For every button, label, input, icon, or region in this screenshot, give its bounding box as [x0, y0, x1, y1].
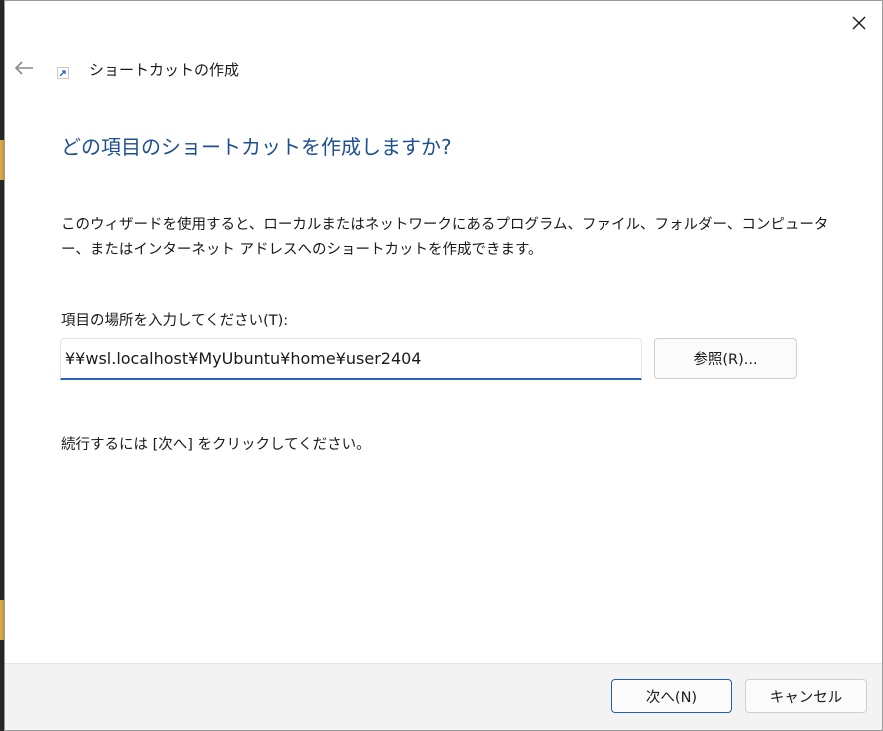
back-button[interactable]	[11, 55, 37, 81]
window-title: ショートカットの作成	[89, 61, 240, 79]
location-input[interactable]	[60, 338, 642, 380]
wizard-description: このウィザードを使用すると、ローカルまたはネットワークにあるプログラム、ファイル…	[61, 217, 829, 258]
shortcut-icon	[57, 67, 69, 79]
create-shortcut-dialog: ショートカットの作成 どの項目のショートカットを作成しますか? このウィザードを…	[4, 0, 883, 731]
dialog-footer: 次へ(N) キャンセル	[5, 663, 882, 730]
location-label: 項目の場所を入力してください(T):	[61, 313, 289, 329]
continue-hint: 続行するには [次へ] をクリックしてください。	[61, 437, 371, 453]
close-icon	[852, 16, 866, 30]
close-button[interactable]	[836, 1, 882, 45]
browse-button[interactable]: 参照(R)...	[654, 338, 797, 379]
cancel-button[interactable]: キャンセル	[745, 679, 867, 713]
back-arrow-icon	[14, 61, 33, 75]
page-heading: どの項目のショートカットを作成しますか?	[61, 135, 452, 159]
next-button[interactable]: 次へ(N)	[611, 679, 732, 713]
